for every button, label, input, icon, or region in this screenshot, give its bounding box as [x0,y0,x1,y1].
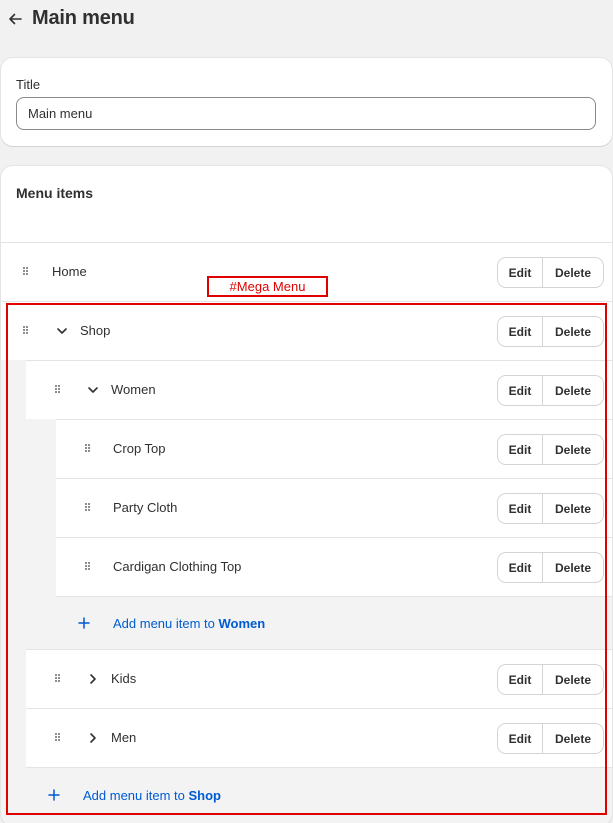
chevron-right-icon[interactable] [86,731,100,745]
chevron-down-icon[interactable] [55,324,69,338]
page-title: Main menu [32,7,135,29]
add-item-prefix: Add menu item to [83,788,189,803]
edit-button[interactable]: Edit [498,494,543,523]
menu-item-label: Crop Top [113,441,166,456]
menu-item-label: Cardigan Clothing Top [113,559,242,574]
edit-button[interactable]: Edit [498,376,543,405]
delete-button[interactable]: Delete [543,553,603,582]
add-item-to-shop-link[interactable]: Add menu item to Shop [83,788,221,803]
edit-button[interactable]: Edit [498,435,543,464]
add-item-target: Shop [188,788,222,803]
drag-handle-icon[interactable] [55,733,61,743]
indent-gutter [26,419,56,650]
title-card: Title [1,58,612,146]
arrow-left-icon [9,13,22,25]
drag-handle-icon[interactable] [23,267,29,277]
row-actions: Edit Delete [498,724,603,753]
row-actions: Edit Delete [498,376,603,405]
menu-item-label: Shop [80,323,111,338]
plus-icon[interactable] [47,788,61,802]
delete-button[interactable]: Delete [543,724,603,753]
menu-row-cardigan-clothing-top: Cardigan Clothing Top Edit Delete [56,537,612,596]
mega-menu-annotation: #Mega Menu [207,276,328,297]
edit-button[interactable]: Edit [498,317,543,346]
drag-handle-icon[interactable] [23,326,29,336]
chevron-down-icon[interactable] [86,383,100,397]
add-item-to-shop-row: Add menu item to Shop [26,767,612,823]
menu-row-kids: Kids Edit Delete [26,649,612,708]
row-actions: Edit Delete [498,258,603,287]
drag-handle-icon[interactable] [55,674,61,684]
edit-button[interactable]: Edit [498,724,543,753]
menu-item-label: Party Cloth [113,500,178,515]
plus-icon[interactable] [77,616,91,630]
chevron-right-icon[interactable] [86,672,100,686]
row-actions: Edit Delete [498,553,603,582]
drag-handle-icon[interactable] [85,562,91,572]
delete-button[interactable]: Delete [543,258,603,287]
menu-row-men: Men Edit Delete [26,708,612,767]
delete-button[interactable]: Delete [543,435,603,464]
title-input[interactable] [16,97,596,130]
menu-item-label: Kids [111,671,137,686]
add-item-to-women-row: Add menu item to Women [56,596,612,650]
edit-button[interactable]: Edit [498,258,543,287]
page-header: Main menu [0,0,613,40]
drag-handle-icon[interactable] [85,444,91,454]
menu-items-card: Menu items Home Edit Delete Shop Edit De… [1,166,612,823]
menu-item-label: Home [52,264,87,279]
delete-button[interactable]: Delete [543,494,603,523]
delete-button[interactable]: Delete [543,317,603,346]
menu-row-shop: Shop Edit Delete [1,301,612,360]
menu-row-women: Women Edit Delete [26,360,612,419]
row-actions: Edit Delete [498,494,603,523]
edit-button[interactable]: Edit [498,665,543,694]
title-field-label: Title [16,77,41,92]
delete-button[interactable]: Delete [543,376,603,405]
drag-handle-icon[interactable] [55,385,61,395]
add-item-target: Women [218,616,266,631]
row-actions: Edit Delete [498,435,603,464]
menu-items-title: Menu items [16,185,94,201]
delete-button[interactable]: Delete [543,665,603,694]
add-item-prefix: Add menu item to [113,616,219,631]
row-actions: Edit Delete [498,665,603,694]
menu-row-crop-top: Crop Top Edit Delete [56,419,612,478]
indent-gutter [1,360,26,823]
drag-handle-icon[interactable] [85,503,91,513]
row-actions: Edit Delete [498,317,603,346]
menu-row-party-cloth: Party Cloth Edit Delete [56,478,612,537]
back-button[interactable] [4,8,26,30]
menu-item-label: Men [111,730,137,745]
add-item-to-women-link[interactable]: Add menu item to Women [113,616,265,631]
menu-item-label: Women [111,382,156,397]
edit-button[interactable]: Edit [498,553,543,582]
